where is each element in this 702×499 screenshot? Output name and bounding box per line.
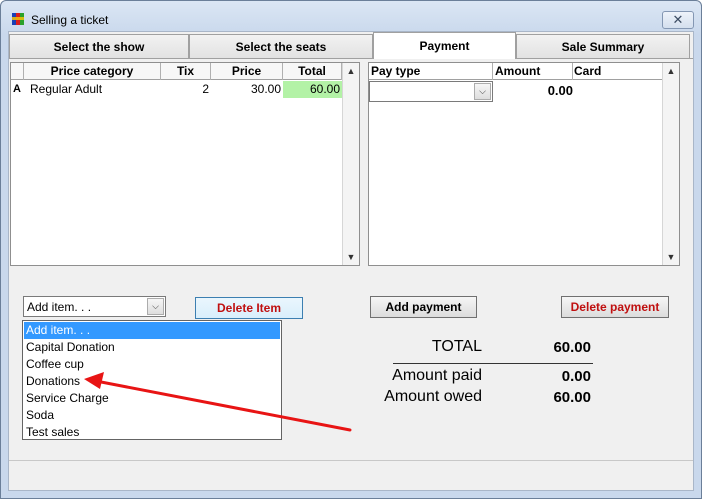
tab-select-the-show[interactable]: Select the show (9, 34, 189, 58)
payment-amount[interactable]: 0.00 (493, 83, 573, 99)
scroll-down-icon[interactable]: ▼ (343, 249, 359, 265)
add-item-dropdown-list[interactable]: Add item. . . Capital Donation Coffee cu… (22, 320, 282, 440)
list-item[interactable]: Test sales (24, 424, 280, 441)
amount-owed-value: 60.00 (553, 389, 591, 406)
items-grid[interactable]: Price category Tix Price Total A Regular… (10, 62, 360, 266)
col-card[interactable]: Card (573, 63, 662, 80)
tab-label: Select the seats (235, 39, 327, 54)
add-payment-button[interactable]: Add payment (370, 296, 477, 318)
tab-label: Sale Summary (561, 39, 645, 54)
totals-divider (393, 363, 593, 364)
col-price-category[interactable]: Price category (24, 63, 161, 80)
col-total[interactable]: Total (283, 63, 342, 80)
close-icon: ✕ (672, 12, 684, 27)
total-label: TOTAL (431, 338, 482, 355)
window-title: Selling a ticket (31, 13, 109, 27)
payment-grid[interactable]: Pay type Amount Card ⌵ 0.00 ▲ ▼ (368, 62, 680, 266)
cell-category: Regular Adult (30, 82, 103, 96)
payment-scrollbar[interactable]: ▲ ▼ (662, 63, 679, 265)
add-item-value: Add item. . . (27, 300, 92, 314)
col-tix[interactable]: Tix (161, 63, 211, 80)
scroll-up-icon[interactable]: ▲ (663, 63, 679, 79)
items-grid-header: Price category Tix Price Total (11, 63, 342, 80)
tab-divider (9, 58, 693, 59)
add-item-combo[interactable]: Add item. . . ⌵ (23, 296, 166, 317)
list-item[interactable]: Donations (24, 373, 280, 390)
row-marker: A (13, 83, 21, 95)
row-marker-header (11, 63, 24, 80)
bottom-divider (9, 460, 693, 461)
delete-payment-button[interactable]: Delete payment (561, 296, 669, 318)
tab-sale-summary[interactable]: Sale Summary (516, 34, 690, 58)
cell-tix: 2 (202, 82, 209, 96)
tab-label: Payment (419, 39, 470, 53)
col-pay-type[interactable]: Pay type (369, 63, 493, 80)
scroll-down-icon[interactable]: ▼ (663, 249, 679, 265)
list-item[interactable]: Add item. . . (24, 322, 280, 339)
amount-paid-value: 0.00 (561, 368, 591, 385)
list-item[interactable]: Service Charge (24, 390, 280, 407)
tab-payment[interactable]: Payment (373, 32, 516, 59)
cell-price: 30.00 (250, 82, 281, 96)
chevron-down-icon[interactable]: ⌵ (474, 83, 491, 100)
total-value: 60.00 (553, 339, 591, 356)
tab-select-the-seats[interactable]: Select the seats (189, 34, 373, 58)
cell-total: 60.00 (283, 81, 342, 98)
pay-type-select[interactable]: ⌵ (369, 81, 493, 102)
app-icon (12, 13, 24, 25)
chevron-down-icon[interactable]: ⌵ (147, 298, 164, 315)
close-button[interactable]: ✕ (662, 11, 694, 29)
list-item[interactable]: Capital Donation (24, 339, 280, 356)
title-bar: Selling a ticket ✕ (1, 1, 701, 35)
list-item[interactable]: Coffee cup (24, 356, 280, 373)
payment-grid-header: Pay type Amount Card (369, 63, 662, 80)
list-item[interactable]: Soda (24, 407, 280, 424)
amount-owed-label: Amount owed (384, 388, 482, 405)
col-price[interactable]: Price (211, 63, 283, 80)
scroll-up-icon[interactable]: ▲ (343, 63, 359, 79)
col-amount[interactable]: Amount (493, 63, 573, 80)
delete-item-button[interactable]: Delete Item (195, 297, 303, 319)
amount-paid-label: Amount paid (392, 367, 482, 384)
tab-label: Select the show (53, 39, 145, 54)
table-row[interactable]: A Regular Adult 2 30.00 60.00 (11, 81, 342, 98)
items-scrollbar[interactable]: ▲ ▼ (342, 63, 359, 265)
